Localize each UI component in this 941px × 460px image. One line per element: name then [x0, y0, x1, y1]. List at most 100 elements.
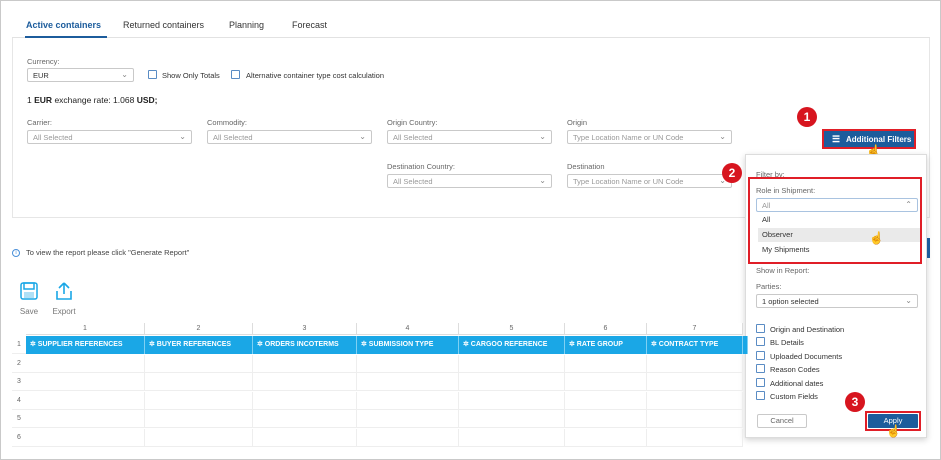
column-number: 5 [459, 323, 565, 335]
alt-cost-calc-label: Alternative container type cost calculat… [246, 71, 384, 80]
grid-cell[interactable] [253, 373, 357, 391]
grid-cell[interactable] [253, 428, 357, 447]
grid-cell[interactable] [145, 410, 253, 428]
save-button[interactable]: Save [17, 281, 41, 316]
column-header[interactable]: ✲ CONTRACT TYPE [647, 336, 743, 354]
bl-details-checkbox[interactable] [756, 337, 765, 346]
grid-cell[interactable] [357, 354, 459, 373]
grid-cell[interactable] [565, 391, 647, 410]
commodity-value: All Selected [213, 133, 253, 142]
chevron-down-icon: ⌄ [359, 132, 366, 141]
tab-forecast[interactable]: Forecast [292, 20, 327, 30]
grid-cell[interactable] [145, 373, 253, 391]
origin-input[interactable]: Type Location Name or UN Code ⌄ [567, 130, 732, 144]
grid-cell[interactable] [459, 354, 565, 373]
parties-select[interactable]: 1 option selected ⌄ [756, 294, 918, 308]
grid-cell[interactable] [647, 410, 743, 428]
reason-codes-checkbox[interactable] [756, 364, 765, 373]
destination-input[interactable]: Type Location Name or UN Code ⌄ [567, 174, 732, 188]
bl-details-label: BL Details [770, 338, 804, 347]
column-header[interactable]: ✲ ORDERS INCOTERMS [253, 336, 357, 354]
uploaded-documents-label: Uploaded Documents [770, 352, 843, 361]
origin-label: Origin [567, 118, 588, 127]
grid-cell[interactable] [145, 354, 253, 373]
grid-cell[interactable] [357, 410, 459, 428]
grid-cell[interactable] [26, 410, 145, 428]
grid-cell[interactable] [145, 391, 253, 410]
column-header[interactable]: ✲ SUBMISSION TYPE [357, 336, 459, 354]
grid-cell[interactable] [357, 391, 459, 410]
column-header[interactable]: ✲ RATE GROUP [565, 336, 647, 354]
carrier-value: All Selected [33, 133, 73, 142]
grid-cell[interactable] [565, 428, 647, 447]
chevron-down-icon: ⌄ [719, 132, 726, 141]
column-header[interactable]: ✲ BUYER REFERENCES [145, 336, 253, 354]
origin-destination-checkbox[interactable] [756, 324, 765, 333]
origin-placeholder: Type Location Name or UN Code [573, 133, 684, 142]
destination-country-value: All Selected [393, 177, 433, 186]
grid-cell[interactable] [26, 354, 145, 373]
grid-cell[interactable] [253, 354, 357, 373]
exchange-rate-text: 1 EUR exchange rate: 1.068 USD; [27, 95, 158, 105]
column-header[interactable]: ✲ SUPPLIER REFERENCES [26, 336, 145, 354]
show-only-totals-checkbox[interactable] [148, 70, 157, 79]
currency-select[interactable]: EUR ⌄ [27, 68, 134, 82]
grid-cell[interactable] [26, 373, 145, 391]
origin-country-value: All Selected [393, 133, 433, 142]
grid-cell[interactable] [647, 373, 743, 391]
grid-cell[interactable] [26, 391, 145, 410]
additional-dates-label: Additional dates [770, 379, 824, 388]
chevron-down-icon: ⌄ [179, 132, 186, 141]
hand-cursor-icon: ☝ [886, 424, 901, 438]
custom-fields-checkbox[interactable] [756, 391, 765, 400]
grid-cell[interactable] [647, 428, 743, 447]
export-icon [56, 282, 72, 300]
tab-planning[interactable]: Planning [229, 20, 264, 30]
grid-cell[interactable] [459, 373, 565, 391]
commodity-label: Commodity: [207, 118, 248, 127]
grid-cell[interactable] [565, 354, 647, 373]
commodity-select[interactable]: All Selected ⌄ [207, 130, 372, 144]
currency-value: EUR [33, 71, 49, 80]
parties-label: Parties: [756, 282, 782, 291]
carrier-select[interactable]: All Selected ⌄ [27, 130, 192, 144]
sliders-icon: ☰ [832, 134, 841, 144]
column-number: 3 [253, 323, 357, 335]
destination-country-label: Destination Country: [387, 162, 455, 171]
cancel-button[interactable]: Cancel [757, 414, 807, 428]
grid-cell[interactable] [253, 391, 357, 410]
grid-cell[interactable] [459, 428, 565, 447]
row-number: 3 [12, 373, 26, 391]
grid-cell[interactable] [459, 410, 565, 428]
grid-cell[interactable] [145, 428, 253, 447]
additional-dates-checkbox[interactable] [756, 378, 765, 387]
info-text: To view the report please click "Generat… [26, 248, 190, 257]
alt-cost-calc-checkbox[interactable] [231, 70, 240, 79]
grid-cell[interactable] [647, 391, 743, 410]
export-button[interactable]: Export [50, 281, 78, 316]
tab-active-containers[interactable]: Active containers [26, 20, 101, 30]
grid-cell[interactable] [357, 373, 459, 391]
grid-cell[interactable] [647, 354, 743, 373]
grid-cell[interactable] [26, 428, 145, 447]
grid-cell[interactable] [565, 373, 647, 391]
uploaded-documents-checkbox[interactable] [756, 351, 765, 360]
destination-country-select[interactable]: All Selected ⌄ [387, 174, 552, 188]
grid-cell[interactable] [565, 410, 647, 428]
column-header[interactable]: ✲ CARGOO REFERENCE [459, 336, 565, 354]
grid-cell[interactable] [357, 428, 459, 447]
grid-cell[interactable] [459, 391, 565, 410]
info-icon: i [12, 249, 20, 258]
tab-bar: Active containers Returned containers Pl… [12, 14, 930, 38]
chevron-down-icon: ⌄ [905, 296, 912, 305]
column-header-overflow [743, 336, 748, 354]
role-highlight-box [748, 177, 922, 264]
show-in-report-label: Show in Report: [756, 266, 810, 275]
chevron-down-icon: ⌄ [121, 70, 128, 79]
destination-label: Destination [567, 162, 605, 171]
column-number: 2 [145, 323, 253, 335]
tab-returned-containers[interactable]: Returned containers [123, 20, 204, 30]
origin-country-select[interactable]: All Selected ⌄ [387, 130, 552, 144]
additional-filters-label: Additional Filters [846, 135, 912, 144]
grid-cell[interactable] [253, 410, 357, 428]
